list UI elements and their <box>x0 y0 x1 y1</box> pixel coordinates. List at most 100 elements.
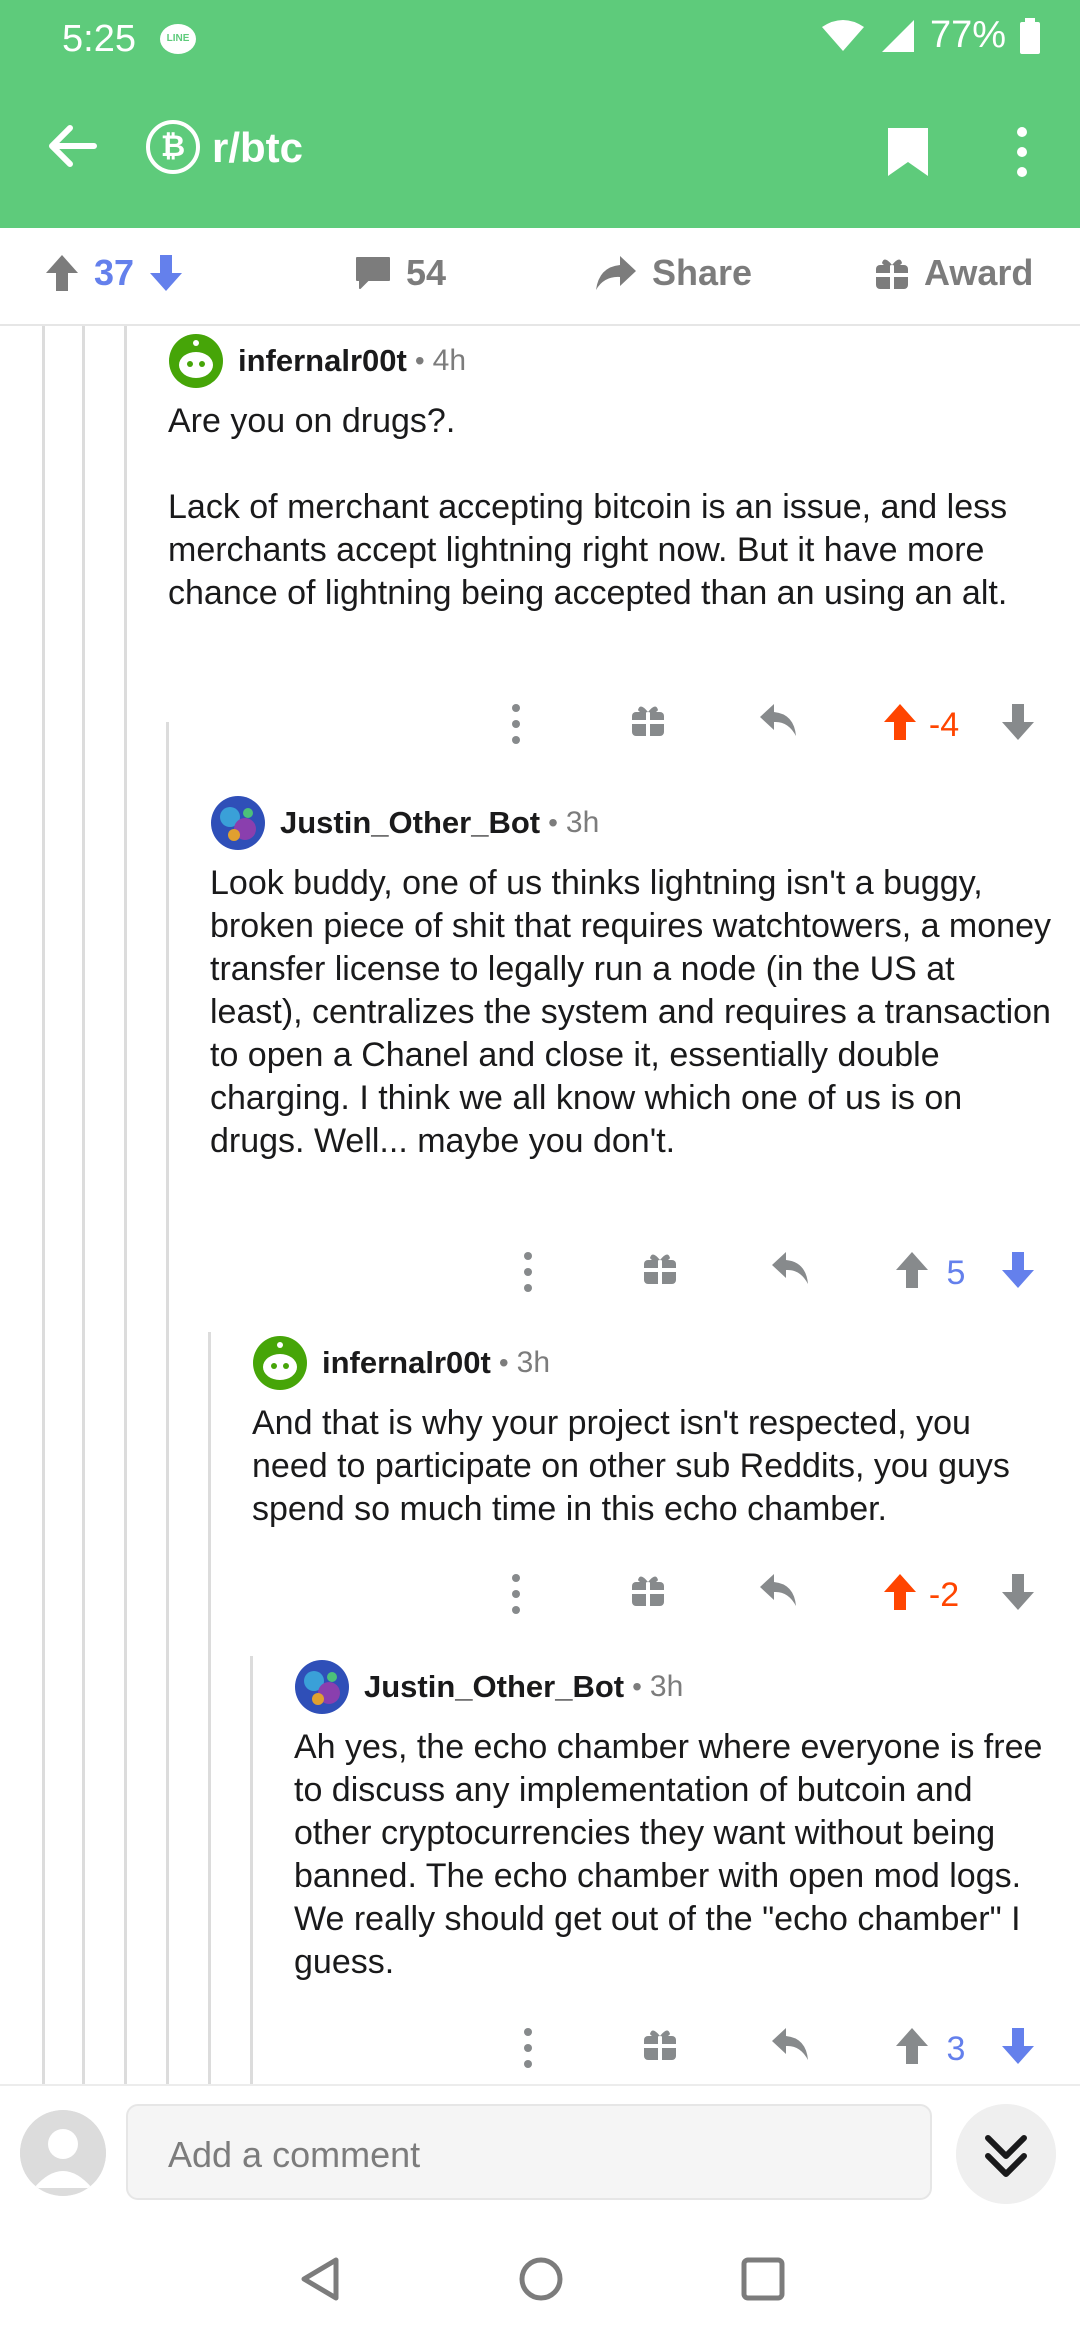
gift-icon[interactable] <box>630 1572 666 1608</box>
reply-icon[interactable] <box>758 1572 798 1608</box>
bookmark-icon[interactable] <box>886 126 930 178</box>
signal-icon <box>881 19 914 52</box>
battery-percent: 77% <box>929 14 1006 56</box>
upvote-icon[interactable] <box>882 702 918 742</box>
gift-icon <box>876 259 908 289</box>
separator-dot: • <box>548 807 558 838</box>
toolbar: ₿ r/btc <box>0 90 1080 210</box>
avatar[interactable] <box>294 1659 350 1715</box>
award-label: Award <box>924 252 1034 293</box>
comment-header: infernalr00t • 3h <box>252 1334 1056 1392</box>
comment-score: -4 <box>928 706 960 744</box>
comment-thread: infernalr00t • 4h Are you on drugs?. Lac… <box>0 326 1080 2084</box>
reply-icon[interactable] <box>758 702 798 738</box>
post-vote: 37 <box>44 252 184 294</box>
add-comment-input[interactable]: Add a comment <box>126 2104 932 2200</box>
downvote-icon[interactable] <box>148 253 184 293</box>
gift-icon[interactable] <box>630 702 666 738</box>
comment-age: 3h <box>649 1670 684 1703</box>
avatar[interactable] <box>252 1335 308 1391</box>
separator-dot: • <box>414 345 425 376</box>
wifi-icon <box>821 19 864 51</box>
reply-icon[interactable] <box>770 1250 810 1286</box>
subreddit-name[interactable]: r/btc <box>212 124 303 172</box>
back-arrow-icon[interactable] <box>42 116 102 176</box>
comment-header: infernalr00t • 4h <box>168 332 1056 390</box>
comment-body: And that is why your project isn't respe… <box>252 1404 1010 1528</box>
upvote-icon[interactable] <box>882 1572 918 1612</box>
comment-icon <box>356 257 390 289</box>
comment-score: 5 <box>946 1254 966 1292</box>
share-label: Share <box>652 252 753 293</box>
downvote-icon[interactable] <box>1000 2026 1036 2066</box>
downvote-icon[interactable] <box>1000 1250 1036 1290</box>
user-avatar-icon[interactable] <box>20 2110 106 2196</box>
comment-body: Ah yes, the echo chamber where everyone … <box>294 1728 1043 1981</box>
thread-line[interactable] <box>42 326 45 2084</box>
bitcoin-icon[interactable]: ₿ <box>146 120 200 174</box>
comment-actions: -2 <box>506 1564 1066 1624</box>
thread-line[interactable] <box>166 722 169 2084</box>
comments-count[interactable]: 54 <box>354 252 446 294</box>
award-button[interactable]: Award <box>874 252 1033 294</box>
comment-author[interactable]: Justin_Other_Bot <box>364 1669 624 1705</box>
comment-age: 4h <box>432 344 467 377</box>
overflow-menu-icon[interactable] <box>1000 126 1044 178</box>
status-right: 77% <box>820 14 1040 57</box>
chevron-double-down-icon[interactable] <box>956 2104 1056 2204</box>
share-button[interactable]: Share <box>594 252 752 294</box>
avatar[interactable] <box>210 795 266 851</box>
comment-header: Justin_Other_Bot • 3h <box>294 1658 1056 1716</box>
status-bar: 5:25 LINE 77% <box>0 0 1080 80</box>
nav-recents-icon[interactable] <box>738 2254 788 2304</box>
comment-actions: 3 <box>506 2018 1066 2078</box>
upvote-icon[interactable] <box>894 2026 930 2066</box>
battery-icon <box>1020 17 1040 54</box>
comment: Justin_Other_Bot • 3h Look buddy, one of… <box>210 794 1056 1163</box>
comment-age: 3h <box>565 806 600 839</box>
line-notification-icon: LINE <box>160 24 196 54</box>
status-time: 5:25 <box>62 18 136 60</box>
comment-age: 3h <box>516 1346 551 1379</box>
nav-home-icon[interactable] <box>516 2254 566 2304</box>
comment: infernalr00t • 4h Are you on drugs?. Lac… <box>168 332 1056 615</box>
comment-score: -2 <box>928 1576 960 1614</box>
overflow-menu-icon[interactable] <box>506 1572 526 1616</box>
avatar[interactable] <box>168 333 224 389</box>
comment-actions: 5 <box>506 1242 1066 1302</box>
comment-author[interactable]: infernalr00t <box>238 343 407 379</box>
separator-dot: • <box>632 1671 642 1702</box>
reply-icon[interactable] <box>770 2026 810 2062</box>
comment-author[interactable]: Justin_Other_Bot <box>280 805 540 841</box>
upvote-icon[interactable] <box>44 253 80 293</box>
comment: infernalr00t • 3h And that is why your p… <box>252 1334 1056 1531</box>
nav-back-icon[interactable] <box>296 2254 346 2304</box>
downvote-icon[interactable] <box>1000 702 1036 742</box>
thread-line[interactable] <box>208 1332 211 2084</box>
post-score: 37 <box>94 252 135 293</box>
post-action-bar: 37 54 Share Award <box>0 228 1080 326</box>
gift-icon[interactable] <box>642 2026 678 2062</box>
system-nav-bar <box>0 2218 1080 2340</box>
comment-body: Are you on drugs?. Lack of merchant acce… <box>168 402 1008 612</box>
comment-author[interactable]: infernalr00t <box>322 1345 491 1381</box>
thread-line[interactable] <box>124 326 127 2084</box>
downvote-icon[interactable] <box>1000 1572 1036 1612</box>
thread-line[interactable] <box>250 1656 253 2084</box>
share-icon <box>596 256 636 290</box>
gift-icon[interactable] <box>642 1250 678 1286</box>
comment: Justin_Other_Bot • 3h Ah yes, the echo c… <box>294 1658 1056 1984</box>
comment-composer: Add a comment <box>0 2084 1080 2218</box>
comment-actions: -4 <box>506 694 1066 754</box>
app-header: 5:25 LINE 77% ₿ r/btc <box>0 0 1080 228</box>
thread-line[interactable] <box>82 326 85 2084</box>
comment-header: Justin_Other_Bot • 3h <box>210 794 1056 852</box>
comment-body: Look buddy, one of us thinks lightning i… <box>210 864 1051 1160</box>
separator-dot: • <box>498 1347 509 1378</box>
overflow-menu-icon[interactable] <box>518 2026 538 2070</box>
overflow-menu-icon[interactable] <box>518 1250 538 1294</box>
overflow-menu-icon[interactable] <box>506 702 526 746</box>
comment-score: 3 <box>946 2030 966 2068</box>
upvote-icon[interactable] <box>894 1250 930 1290</box>
comments-count-label: 54 <box>406 252 447 293</box>
